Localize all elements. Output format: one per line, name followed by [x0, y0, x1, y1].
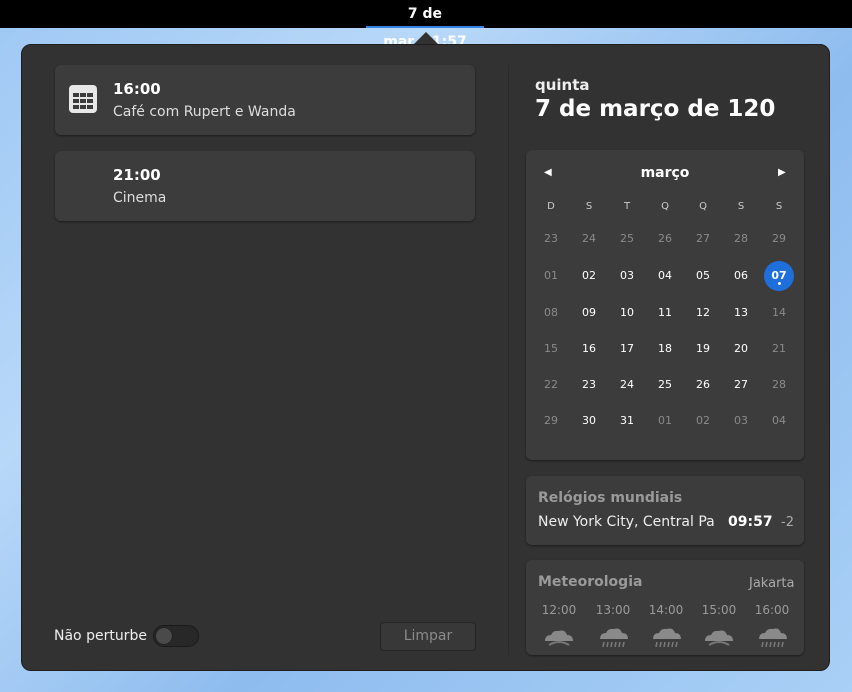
- calendar-day[interactable]: 12: [688, 298, 718, 328]
- weather-showers-scattered-icon: [541, 625, 577, 649]
- calendar-day[interactable]: 04: [650, 261, 680, 291]
- day-of-week-header: Q: [661, 201, 669, 212]
- calendar-day[interactable]: 01: [536, 261, 566, 291]
- pan-end-icon[interactable]: ▶: [778, 167, 786, 178]
- calendar-day[interactable]: 20: [726, 334, 756, 364]
- world-clocks-card[interactable]: [526, 476, 804, 545]
- calendar-day[interactable]: 01: [650, 406, 680, 436]
- calendar-day[interactable]: 29: [764, 224, 794, 254]
- world-clocks-title: Relógios mundiais: [538, 490, 683, 506]
- day-of-week-header: S: [737, 201, 745, 212]
- event-card[interactable]: 16:00 Café com Rupert e Wanda: [55, 65, 475, 135]
- calendar-day[interactable]: 02: [688, 406, 718, 436]
- calendar-day[interactable]: 04: [764, 406, 794, 436]
- weather-hour: 12:00: [541, 603, 577, 617]
- event-card[interactable]: 21:00 Cinema: [55, 151, 475, 221]
- weekday-label: quinta: [535, 76, 590, 94]
- calendar-day[interactable]: 25: [650, 370, 680, 400]
- weather-location: Jakarta: [749, 576, 795, 591]
- calendar-day[interactable]: 25: [612, 224, 642, 254]
- pan-start-icon[interactable]: ◀: [544, 167, 552, 178]
- calendar-day[interactable]: 24: [612, 370, 642, 400]
- day-of-week-header: S: [775, 201, 783, 212]
- calendar-day[interactable]: 18: [650, 334, 680, 364]
- date-menu-popup: 16:00 Café com Rupert e Wanda 21:00 Cine…: [21, 44, 830, 671]
- calendar-day[interactable]: 06: [726, 261, 756, 291]
- event-title: Cinema: [113, 190, 167, 206]
- weather-hour: 13:00: [595, 603, 631, 617]
- calendar-day[interactable]: 15: [536, 334, 566, 364]
- weather-hour: 16:00: [754, 603, 790, 617]
- clear-button[interactable]: Limpar: [380, 622, 476, 651]
- calendar-day[interactable]: 11: [650, 298, 680, 328]
- event-indicator-dot: [778, 282, 781, 285]
- do-not-disturb-switch[interactable]: [153, 625, 199, 647]
- calendar-day[interactable]: 24: [574, 224, 604, 254]
- calendar-day[interactable]: 23: [574, 370, 604, 400]
- calendar-day[interactable]: 30: [574, 406, 604, 436]
- event-time: 21:00: [113, 166, 161, 184]
- calendar-day[interactable]: 31: [612, 406, 642, 436]
- calendar-day[interactable]: 03: [726, 406, 756, 436]
- event-title: Café com Rupert e Wanda: [113, 104, 296, 120]
- calendar-day[interactable]: 13: [726, 298, 756, 328]
- switch-knob: [155, 627, 173, 645]
- month-label: março: [640, 165, 690, 181]
- popup-arrow: [414, 32, 438, 44]
- calendar-day[interactable]: 26: [688, 370, 718, 400]
- calendar-day[interactable]: 27: [688, 224, 718, 254]
- calendar-day[interactable]: 02: [574, 261, 604, 291]
- do-not-disturb-label: Não perturbe: [54, 628, 147, 644]
- panel-separator: [508, 65, 509, 655]
- calendar-day[interactable]: 26: [650, 224, 680, 254]
- day-of-week-header: T: [623, 201, 631, 212]
- day-of-week-header: D: [547, 201, 555, 212]
- calendar-day[interactable]: 03: [612, 261, 642, 291]
- calendar-day[interactable]: 08: [536, 298, 566, 328]
- calendar-day[interactable]: 22: [536, 370, 566, 400]
- calendar-day[interactable]: 05: [688, 261, 718, 291]
- calendar-day[interactable]: 17: [612, 334, 642, 364]
- calendar-day[interactable]: 19: [688, 334, 718, 364]
- calendar-icon: [69, 85, 97, 113]
- day-of-week-header: S: [585, 201, 593, 212]
- world-clock-time: 09:57: [728, 514, 773, 530]
- calendar-day-today[interactable]: 07: [764, 261, 794, 291]
- world-clock-offset: -2: [781, 515, 794, 530]
- calendar-day[interactable]: 28: [726, 224, 756, 254]
- weather-title: Meteorologia: [538, 574, 643, 590]
- full-date-label: 7 de março de 120: [535, 96, 776, 122]
- calendar-day[interactable]: 27: [726, 370, 756, 400]
- event-time: 16:00: [113, 80, 161, 98]
- weather-showers-icon: [595, 625, 631, 649]
- top-bar: 7 de mar 11:57: [0, 0, 852, 50]
- day-of-week-header: Q: [699, 201, 707, 212]
- calendar-day[interactable]: 09: [574, 298, 604, 328]
- calendar-day[interactable]: 29: [536, 406, 566, 436]
- calendar-day[interactable]: 28: [764, 370, 794, 400]
- calendar-day[interactable]: 14: [764, 298, 794, 328]
- clock-button[interactable]: 7 de mar 11:57: [366, 0, 484, 50]
- world-clock-location: New York City, Central Park: [538, 514, 714, 530]
- weather-showers-icon: [754, 625, 790, 649]
- calendar-day[interactable]: 21: [764, 334, 794, 364]
- weather-showers-scattered-icon: [701, 625, 737, 649]
- calendar-day[interactable]: 16: [574, 334, 604, 364]
- weather-showers-icon: [648, 625, 684, 649]
- weather-hour: 15:00: [701, 603, 737, 617]
- calendar-day[interactable]: 23: [536, 224, 566, 254]
- calendar-day[interactable]: 10: [612, 298, 642, 328]
- weather-hour: 14:00: [648, 603, 684, 617]
